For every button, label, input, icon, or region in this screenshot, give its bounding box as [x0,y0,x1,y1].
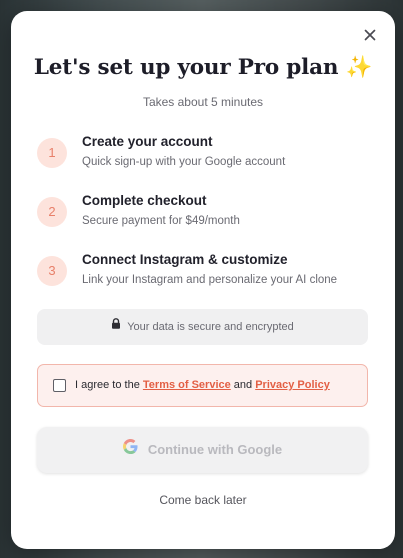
close-button[interactable] [362,27,378,43]
terms-agreement: I agree to the Terms of Service and Priv… [37,364,368,407]
security-note-text: Your data is secure and encrypted [127,321,294,333]
terms-agreement-text: I agree to the Terms of Service and Priv… [75,379,330,391]
agreement-conjunction: and [230,379,256,391]
step-title: Complete checkout [82,193,207,208]
come-back-later-link[interactable]: Come back later [11,493,395,507]
modal-title-text: Let's set up your Pro plan [33,55,339,80]
step-description: Quick sign-up with your Google account [82,156,286,168]
step-number-badge: 1 [37,138,67,168]
step-number-badge: 3 [37,256,67,286]
step-number-badge: 2 [37,197,67,227]
setup-modal: Let's set up your Pro plan ✨ Takes about… [11,11,395,549]
step-title: Connect Instagram & customize [82,252,288,267]
step-title: Create your account [82,134,213,149]
step-checkout: 2 Complete checkout Secure payment for $… [37,193,377,237]
google-icon [122,427,138,473]
agreement-prefix: I agree to the [75,379,143,391]
modal-title: Let's set up your Pro plan ✨ [11,55,395,80]
step-connect-instagram: 3 Connect Instagram & customize Link you… [37,252,377,296]
privacy-policy-link[interactable]: Privacy Policy [255,379,330,391]
step-create-account: 1 Create your account Quick sign-up with… [37,134,377,178]
continue-with-google-label: Continue with Google [147,442,283,457]
modal-subtitle: Takes about 5 minutes [142,95,264,109]
lock-icon [111,308,121,344]
continue-with-google-button[interactable]: Continue with Google [37,427,368,473]
close-icon [364,29,376,41]
security-note: Your data is secure and encrypted [37,309,368,345]
terms-checkbox[interactable] [53,379,66,392]
step-description: Link your Instagram and personalize your… [82,274,338,286]
step-description: Secure payment for $49/month [82,215,240,227]
sparkles-icon: ✨ [345,55,373,80]
terms-of-service-link[interactable]: Terms of Service [143,379,231,391]
